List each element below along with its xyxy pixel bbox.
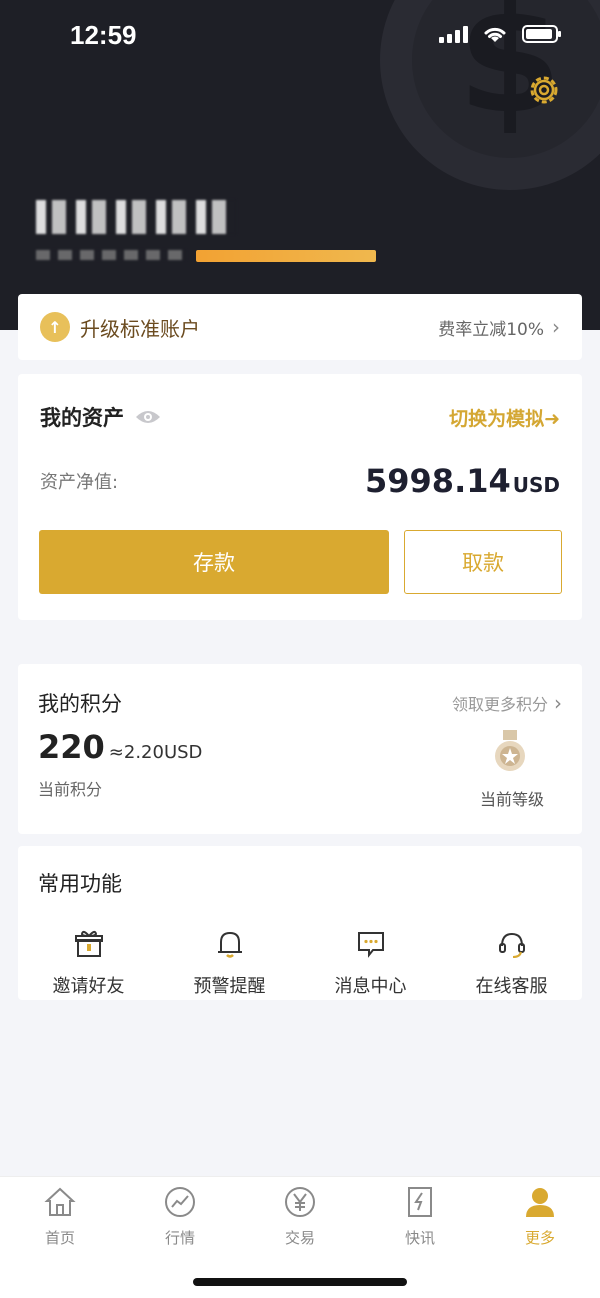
blurred-progress-bar [196,250,376,262]
chart-icon [165,1187,195,1217]
news-icon [408,1187,432,1217]
profile-header: $ 12:59 [0,0,600,330]
message-center-item[interactable]: 消息中心 [300,928,441,998]
home-indicator[interactable] [193,1278,407,1286]
functions-title: 常用功能 [38,872,122,896]
signal-icon [439,25,468,43]
tab-trade[interactable]: 交易 [240,1185,360,1248]
upgrade-promo-text: 费率立减10% [438,319,544,340]
blurred-username [36,200,236,234]
net-value-unit: USD [512,473,560,497]
tab-more[interactable]: 更多 [480,1185,600,1248]
points-value: 220 [38,728,105,766]
settings-gear-icon[interactable] [526,72,562,108]
user-icon [526,1188,554,1217]
tab-home[interactable]: 首页 [0,1185,120,1248]
current-level-label: 当前等级 [479,790,544,809]
more-points-link[interactable]: 领取更多积分 › [452,691,562,715]
points-title: 我的积分 [38,692,122,716]
home-icon [44,1187,76,1216]
blurred-account-id [36,250,186,260]
battery-icon [522,25,561,43]
message-center-label: 消息中心 [334,976,407,997]
tab-more-label: 更多 [524,1229,555,1247]
eye-icon[interactable] [134,408,162,426]
tab-news-label: 快讯 [404,1229,435,1247]
status-time: 12:59 [70,20,137,50]
yen-icon [285,1187,315,1217]
points-card: 我的积分 领取更多积分 › 220 ≈2.20USD 当前积分 当前等级 [18,664,582,834]
upgrade-account-banner[interactable]: ↑ 升级标准账户 费率立减10% › [18,294,582,360]
assets-card: 我的资产 切换为模拟➜ 资产净值: 5998.14 USD 存款 取款 [18,374,582,620]
invite-friends-item[interactable]: 邀请好友 [18,928,159,998]
switch-to-demo-link[interactable]: 切换为模拟➜ [449,404,560,431]
wifi-icon [484,27,506,42]
medal-icon[interactable] [492,730,528,774]
chevron-right-icon: › [552,315,560,339]
upgrade-title: 升级标准账户 [80,316,200,341]
tab-news[interactable]: 快讯 [360,1185,480,1248]
alert-reminder-label: 预警提醒 [193,976,266,997]
assets-title: 我的资产 [40,406,124,430]
withdraw-button[interactable]: 取款 [404,530,562,594]
headset-icon [498,932,525,958]
online-service-item[interactable]: 在线客服 [441,928,582,998]
status-icons [439,24,561,44]
chevron-right-icon: › [554,691,562,715]
bell-icon [217,931,242,958]
online-service-label: 在线客服 [475,976,548,997]
net-value-label: 资产净值: [40,472,119,493]
upgrade-arrow-icon: ↑ [40,312,70,342]
points-usd-value: ≈2.20USD [108,742,203,763]
tab-market[interactable]: 行情 [120,1185,240,1248]
tab-market-label: 行情 [164,1229,195,1247]
invite-friends-label: 邀请好友 [52,976,125,997]
deposit-button[interactable]: 存款 [39,530,389,594]
gift-icon [74,930,103,957]
common-functions-card: 常用功能 邀请好友 预警提醒 消息中心 在线客服 [18,846,582,1000]
net-value-amount: 5998.14 [365,462,511,500]
tab-home-label: 首页 [44,1229,75,1247]
more-points-label: 领取更多积分 [451,695,548,714]
message-icon [357,932,384,958]
tab-trade-label: 交易 [284,1229,315,1247]
alert-reminder-item[interactable]: 预警提醒 [159,928,300,998]
upgrade-promo: 费率立减10% › [438,315,560,340]
